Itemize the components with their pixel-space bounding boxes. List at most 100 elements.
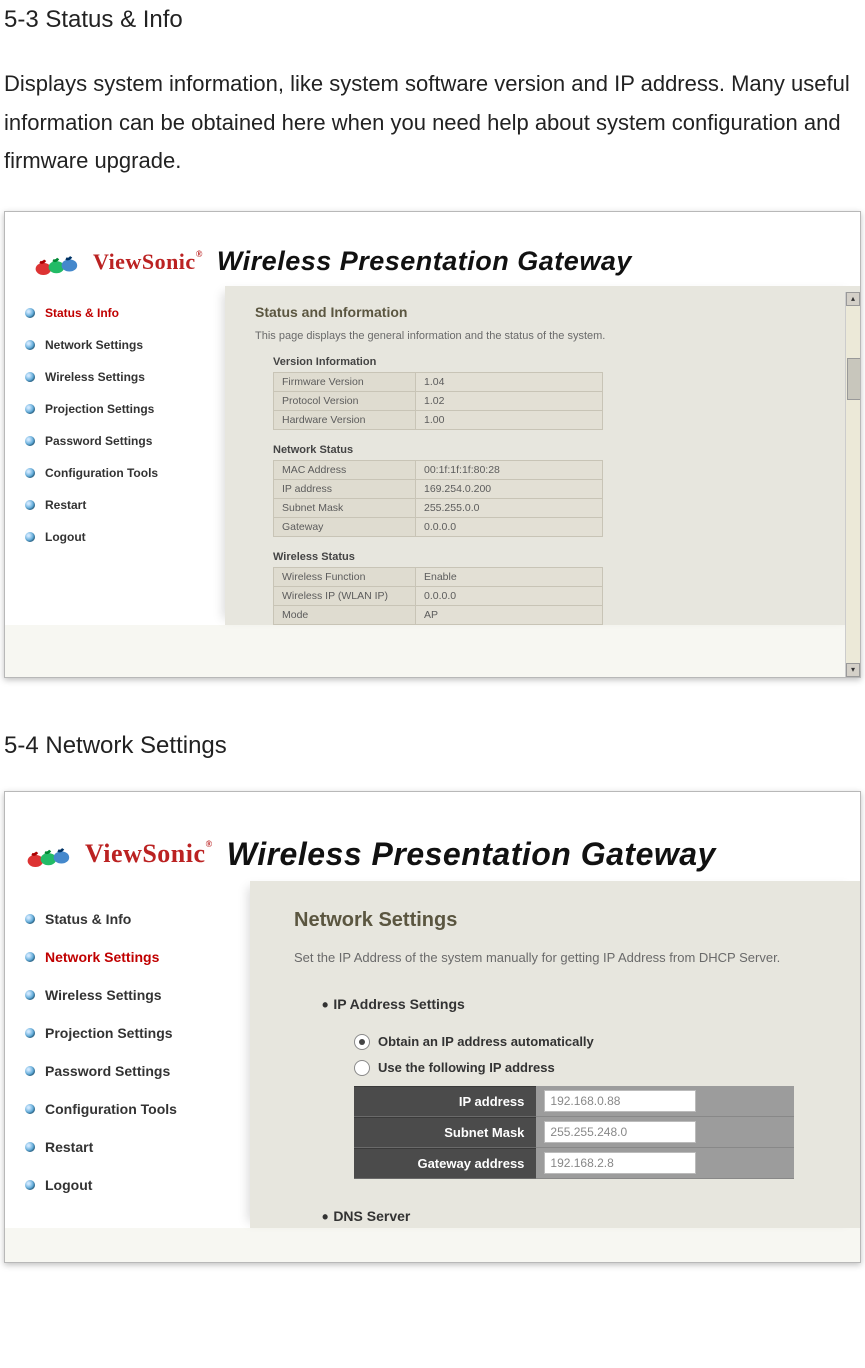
brand-reg-icon: ®: [206, 839, 213, 849]
sidebar-item-label: Projection Settings: [45, 402, 154, 416]
sidebar-item-restart[interactable]: Restart: [25, 1139, 250, 1155]
cell-key: Wireless IP (WLAN IP): [274, 586, 416, 605]
radio-icon: [354, 1060, 370, 1076]
sidebar-item-password-settings[interactable]: Password Settings: [25, 1063, 250, 1079]
ip-form-table: IP address Subnet Mask Gateway address: [354, 1086, 794, 1179]
bullet-icon: [25, 1028, 35, 1038]
sidebar-item-label: Network Settings: [45, 338, 143, 352]
cell-key: Gateway: [274, 517, 416, 536]
brand-reg-icon: ®: [196, 249, 203, 259]
sidebar-item-wireless-settings[interactable]: Wireless Settings: [25, 370, 225, 384]
radio-obtain-ip-auto[interactable]: Obtain an IP address automatically: [354, 1034, 840, 1050]
sidebar-item-logout[interactable]: Logout: [25, 1177, 250, 1193]
doc-heading-1: 5-3 Status & Info: [4, 4, 861, 35]
bullet-icon: [25, 914, 35, 924]
table-row: Protocol Version1.02: [274, 391, 603, 410]
sidebar-item-logout[interactable]: Logout: [25, 530, 225, 544]
sidebar-item-projection-settings[interactable]: Projection Settings: [25, 1025, 250, 1041]
page-title: Network Settings: [294, 909, 840, 932]
scroll-down-icon[interactable]: ▾: [846, 663, 860, 677]
brand-header: ViewSonic® Wireless Presentation Gateway: [5, 212, 860, 286]
sidebar-item-wireless-settings[interactable]: Wireless Settings: [25, 987, 250, 1003]
sidebar-item-label: Wireless Settings: [45, 370, 145, 384]
viewsonic-birds-icon: [25, 838, 77, 870]
cell-value: 0.0.0.0: [416, 517, 603, 536]
sidebar: Status & Info Network Settings Wireless …: [5, 286, 225, 625]
sidebar: Status & Info Network Settings Wireless …: [5, 881, 250, 1228]
sidebar-item-label: Restart: [45, 1139, 93, 1155]
cell-key: Hardware Version: [274, 410, 416, 429]
table-row: Subnet Mask255.255.0.0: [274, 498, 603, 517]
table-row: Hardware Version1.00: [274, 410, 603, 429]
cell-value: 1.00: [416, 410, 603, 429]
sidebar-item-restart[interactable]: Restart: [25, 498, 225, 512]
sidebar-item-status-info[interactable]: Status & Info: [25, 306, 225, 320]
section-dns-heading: DNS Server: [322, 1207, 840, 1228]
page-description: This page displays the general informati…: [255, 330, 838, 342]
scroll-thumb[interactable]: [847, 358, 861, 400]
table-row: Gateway0.0.0.0: [274, 517, 603, 536]
table-row: ModeAP: [274, 605, 603, 624]
cell-value: 0.0.0.0: [416, 586, 603, 605]
section-wireless-heading: Wireless Status: [273, 551, 838, 563]
bullet-icon: [25, 1142, 35, 1152]
sidebar-item-label: Status & Info: [45, 306, 119, 320]
cell-value: 255.255.0.0: [416, 498, 603, 517]
brand-header: ViewSonic® Wireless Presentation Gateway: [5, 792, 860, 881]
table-row: Firmware Version1.04: [274, 372, 603, 391]
bullet-icon: [25, 1104, 35, 1114]
sidebar-item-label: Configuration Tools: [45, 1101, 177, 1117]
sidebar-item-password-settings[interactable]: Password Settings: [25, 434, 225, 448]
section-network-heading: Network Status: [273, 444, 838, 456]
table-row: Wireless FunctionEnable: [274, 567, 603, 586]
field-label-ip: IP address: [354, 1086, 536, 1117]
scroll-up-icon[interactable]: ▴: [846, 292, 860, 306]
network-table: MAC Address00:1f:1f:1f:80:28 IP address1…: [273, 460, 603, 537]
radio-label: Obtain an IP address automatically: [378, 1034, 594, 1049]
ip-address-input[interactable]: [544, 1090, 696, 1112]
field-label-mask: Subnet Mask: [354, 1117, 536, 1148]
cell-value: 1.04: [416, 372, 603, 391]
bullet-icon: [25, 1066, 35, 1076]
cell-value: Enable: [416, 567, 603, 586]
radio-icon: [354, 1034, 370, 1050]
sidebar-item-label: Configuration Tools: [45, 466, 158, 480]
sidebar-item-configuration-tools[interactable]: Configuration Tools: [25, 1101, 250, 1117]
bullet-icon: [25, 372, 35, 382]
subnet-mask-input[interactable]: [544, 1121, 696, 1143]
sidebar-item-label: Logout: [45, 1177, 92, 1193]
page-title: Status and Information: [255, 304, 838, 320]
sidebar-item-status-info[interactable]: Status & Info: [25, 911, 250, 927]
table-row: IP address169.254.0.200: [274, 479, 603, 498]
doc-heading-2: 5-4 Network Settings: [4, 730, 861, 761]
version-table: Firmware Version1.04 Protocol Version1.0…: [273, 372, 603, 430]
field-label-gateway: Gateway address: [354, 1148, 536, 1179]
table-row: IP address: [354, 1086, 794, 1117]
radio-label: Use the following IP address: [378, 1060, 555, 1075]
radio-use-following-ip[interactable]: Use the following IP address: [354, 1060, 840, 1076]
content-panel: Network Settings Set the IP Address of t…: [250, 881, 860, 1228]
scrollbar[interactable]: ▴ ▾: [845, 292, 860, 677]
table-row: MAC Address00:1f:1f:1f:80:28: [274, 460, 603, 479]
screenshot-network-settings: ViewSonic® Wireless Presentation Gateway…: [4, 791, 861, 1263]
gateway-address-input[interactable]: [544, 1152, 696, 1174]
sidebar-item-label: Wireless Settings: [45, 987, 162, 1003]
sidebar-item-configuration-tools[interactable]: Configuration Tools: [25, 466, 225, 480]
sidebar-item-projection-settings[interactable]: Projection Settings: [25, 402, 225, 416]
viewsonic-birds-icon: [33, 246, 85, 278]
doc-paragraph-1: Displays system information, like system…: [4, 65, 861, 181]
section-version-heading: Version Information: [273, 356, 838, 368]
section-ip-heading: IP Address Settings: [322, 995, 840, 1016]
bullet-icon: [25, 532, 35, 542]
cell-key: Mode: [274, 605, 416, 624]
sidebar-item-network-settings[interactable]: Network Settings: [25, 338, 225, 352]
cell-key: Protocol Version: [274, 391, 416, 410]
brand-name-text: ViewSonic: [93, 249, 196, 274]
cell-key: MAC Address: [274, 460, 416, 479]
bullet-icon: [25, 468, 35, 478]
content-panel: Status and Information This page display…: [225, 286, 860, 625]
sidebar-item-network-settings[interactable]: Network Settings: [25, 949, 250, 965]
brand-name-text: ViewSonic: [85, 839, 206, 868]
sidebar-item-label: Network Settings: [45, 949, 159, 965]
brand-name: ViewSonic®: [85, 839, 213, 869]
